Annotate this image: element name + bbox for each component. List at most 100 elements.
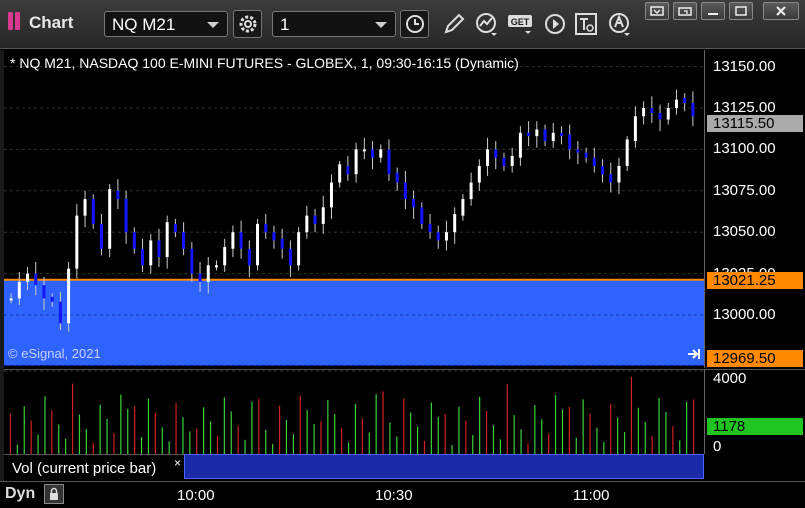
chevron-down-icon bbox=[375, 22, 387, 28]
candle-body bbox=[239, 232, 243, 249]
close-icon[interactable]: × bbox=[174, 456, 181, 470]
dynamic-mode-label[interactable]: Dyn bbox=[5, 485, 35, 503]
candle-body bbox=[91, 199, 95, 224]
lower-line-price-tag: 12969.50 bbox=[707, 350, 803, 367]
candle-body bbox=[551, 132, 555, 142]
close-button[interactable] bbox=[763, 2, 799, 20]
candle-body bbox=[502, 157, 506, 166]
settings-gear-icon bbox=[239, 15, 256, 33]
candle-body bbox=[157, 240, 161, 258]
candle-body bbox=[379, 149, 383, 158]
draw-tool-button[interactable] bbox=[439, 10, 468, 38]
study-chart-icon bbox=[475, 13, 497, 36]
window-title: Chart bbox=[29, 13, 74, 32]
candle-body bbox=[58, 301, 62, 324]
symbol-selector[interactable]: NQ M21 bbox=[104, 11, 228, 37]
lock-icon bbox=[50, 487, 58, 500]
candle-body bbox=[387, 149, 391, 175]
candle-body bbox=[527, 132, 531, 137]
candle-body bbox=[494, 149, 498, 158]
symbol-value: NQ M21 bbox=[112, 15, 176, 34]
price-axis[interactable]: 13150.00 13125.00 13100.00 13075.00 13050.00… bbox=[704, 50, 805, 368]
candle-body bbox=[658, 112, 662, 120]
restore-button[interactable] bbox=[673, 2, 697, 20]
candle-body bbox=[231, 232, 235, 249]
interval-selector[interactable]: 1 bbox=[272, 11, 396, 37]
candle-body bbox=[354, 149, 358, 175]
candle-body bbox=[666, 107, 670, 120]
candle-body bbox=[329, 182, 333, 208]
candle-body bbox=[453, 213, 457, 233]
candle-body bbox=[469, 182, 473, 200]
candle-body bbox=[75, 215, 79, 269]
volume-tick-zero: 0 bbox=[713, 438, 722, 455]
candle-body bbox=[576, 149, 580, 153]
study-legend-label: Vol (current price bar) bbox=[12, 460, 157, 477]
candle-body bbox=[141, 248, 145, 266]
candle-body bbox=[568, 134, 572, 150]
candle-body bbox=[9, 298, 13, 301]
lock-button[interactable] bbox=[44, 484, 64, 504]
app-chart-icon bbox=[8, 12, 22, 30]
get-icon: GET bbox=[507, 15, 532, 34]
candle-body bbox=[535, 129, 539, 137]
candle-body bbox=[34, 273, 38, 286]
price-tick-label: 13000.00 bbox=[713, 306, 776, 323]
candle-body bbox=[642, 107, 646, 117]
replay-button[interactable] bbox=[540, 10, 569, 38]
time-tick-1030: 10:30 bbox=[375, 487, 413, 504]
menu-icon bbox=[650, 6, 664, 16]
text-tool-button[interactable] bbox=[571, 10, 600, 38]
candle-body bbox=[223, 247, 227, 266]
candle-body bbox=[601, 165, 605, 175]
candle-body bbox=[346, 165, 350, 175]
price-chart[interactable] bbox=[4, 50, 704, 368]
time-tick-1000: 10:00 bbox=[177, 487, 215, 504]
highlight-zone bbox=[4, 279, 704, 366]
candle-body bbox=[272, 232, 276, 241]
price-pane[interactable]: * NQ M21, NASDAQ 100 E-MINI FUTURES - GL… bbox=[4, 50, 704, 368]
scroll-to-end-icon[interactable] bbox=[687, 347, 701, 361]
settings-button[interactable] bbox=[233, 10, 262, 38]
candle-body bbox=[17, 281, 21, 299]
title-bar: Chart NQ M21 1 GET bbox=[0, 0, 805, 49]
price-tick-label: 13075.00 bbox=[713, 181, 776, 199]
candle-body bbox=[288, 248, 292, 266]
candle-body bbox=[116, 190, 120, 200]
price-tick-label: 13100.00 bbox=[713, 140, 776, 158]
minimize-button[interactable] bbox=[701, 2, 725, 20]
interval-value: 1 bbox=[280, 15, 290, 34]
menu-button[interactable] bbox=[645, 2, 669, 20]
volume-chart[interactable] bbox=[4, 370, 704, 454]
maximize-button[interactable] bbox=[729, 2, 753, 20]
time-template-button[interactable] bbox=[400, 10, 429, 38]
candle-body bbox=[26, 273, 30, 282]
candle-body bbox=[633, 116, 637, 142]
time-tick-1100: 11:00 bbox=[573, 487, 610, 504]
time-axis[interactable]: Dyn 10:00 10:30 11:00 bbox=[0, 481, 805, 508]
candle-body bbox=[256, 223, 260, 266]
volume-current-tag: 1178 bbox=[707, 418, 803, 435]
study-legend[interactable]: Vol (current price bar) × bbox=[4, 454, 184, 482]
candle-body bbox=[518, 132, 522, 158]
candle-body bbox=[403, 182, 407, 200]
candle-body bbox=[609, 174, 613, 183]
alert-button[interactable] bbox=[605, 10, 634, 38]
volume-axis: 4000 0 1178 bbox=[704, 369, 805, 455]
alert-icon bbox=[608, 13, 630, 36]
candle-body bbox=[395, 172, 399, 183]
candle-body bbox=[132, 232, 136, 249]
candle-body bbox=[486, 149, 490, 166]
candle-body bbox=[67, 268, 71, 324]
volume-pane[interactable] bbox=[4, 369, 704, 454]
studies-button[interactable] bbox=[472, 10, 501, 38]
pencil-icon bbox=[443, 13, 464, 34]
candle-body bbox=[650, 107, 654, 113]
get-data-button[interactable]: GET bbox=[506, 10, 535, 38]
candle-body bbox=[436, 232, 440, 241]
candle-body bbox=[338, 164, 342, 183]
candle-body bbox=[50, 296, 54, 302]
candle-body bbox=[247, 248, 251, 266]
candle-body bbox=[691, 103, 695, 117]
candle-body bbox=[280, 238, 284, 249]
